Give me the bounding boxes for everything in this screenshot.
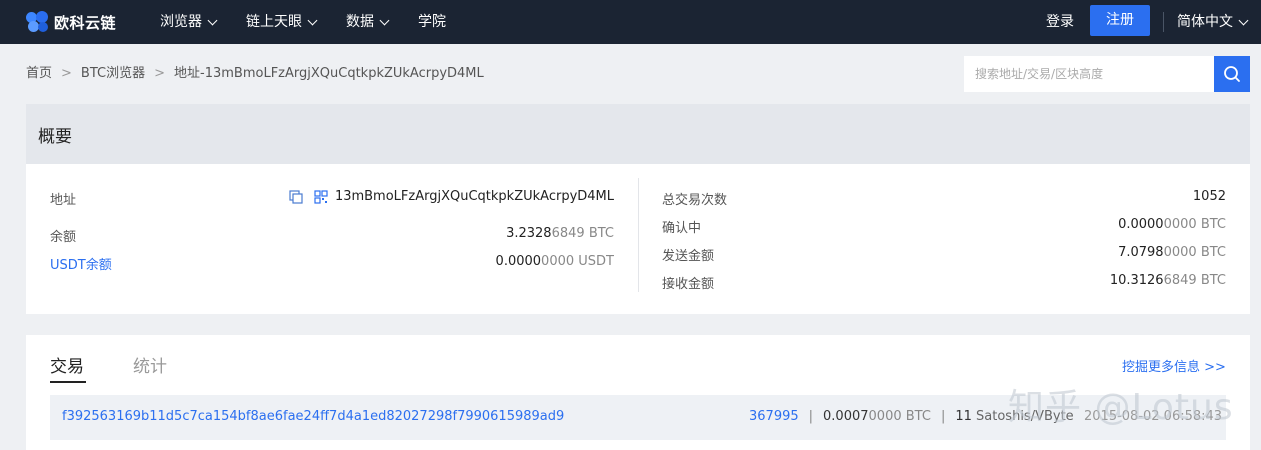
received-label: 接收金额	[662, 277, 715, 292]
column-divider	[638, 178, 639, 292]
transactions-panel: 交易 统计 挖掘更多信息 >> f392563169b11d5c7ca154bf…	[26, 335, 1250, 450]
breadcrumb-separator: >	[154, 66, 166, 81]
nav-item-label: 链上天眼	[246, 14, 302, 30]
nav-item-onchain-eye[interactable]: 链上天眼	[246, 0, 318, 44]
tx-separator: |	[808, 409, 814, 424]
breadcrumb: 首页 > BTC浏览器 > 地址-13mBmoLFzArgjXQuCqtkpkZ…	[26, 62, 484, 86]
sent-rest: 0000	[1163, 245, 1197, 260]
nav-item-data[interactable]: 数据	[346, 0, 390, 44]
overview-panel: 地址 13mBmoLFzArgjXQuCqtkpkZUkAcrpyD4ML 余额…	[26, 164, 1250, 314]
received-unit: BTC	[1200, 273, 1226, 288]
nav-item-label: 数据	[346, 14, 374, 30]
tx-amount-main: 0.0007	[823, 409, 869, 424]
chevron-down-icon	[307, 15, 318, 25]
brand-name: 欧科云链	[54, 13, 117, 32]
tab-transactions[interactable]: 交易	[50, 352, 84, 377]
register-button[interactable]: 注册	[1090, 5, 1150, 36]
logo-icon	[26, 11, 50, 33]
search-bar	[964, 56, 1250, 92]
chevron-down-icon	[207, 15, 218, 25]
tx-fee-rate: 11	[955, 409, 972, 424]
brand-logo[interactable]: 欧科云链	[26, 10, 116, 34]
address-value: 13mBmoLFzArgjXQuCqtkpkZUkAcrpyD4ML	[334, 189, 614, 204]
breadcrumb-home[interactable]: 首页	[26, 62, 52, 86]
copy-icon[interactable]	[289, 190, 303, 204]
pending-label: 确认中	[662, 221, 702, 236]
tx-block-link[interactable]: 367995	[749, 409, 799, 424]
sent-unit: BTC	[1200, 245, 1226, 260]
table-row: f392563169b11d5c7ca154bf8ae6fae24ff7d4a1…	[50, 395, 1226, 440]
nav-item-explorer[interactable]: 浏览器	[160, 0, 218, 44]
tx-hash-link[interactable]: f392563169b11d5c7ca154bf8ae6fae24ff7d4a1…	[62, 409, 564, 424]
sent-value: 7.07980000 BTC	[1118, 245, 1226, 260]
nav-item-academy[interactable]: 学院	[418, 0, 446, 44]
balance-rest: 6849	[551, 226, 585, 241]
usdt-unit: USDT	[578, 254, 614, 269]
language-selector[interactable]: 简体中文	[1177, 0, 1249, 44]
breadcrumb-btc-explorer[interactable]: BTC浏览器	[81, 62, 145, 86]
usdt-rest: 0000	[541, 254, 575, 269]
tx-time: 2015-08-02 06:58:43	[1084, 409, 1223, 424]
nav-item-label: 浏览器	[160, 14, 202, 30]
tx-count-value: 1052	[1192, 189, 1226, 204]
nav-divider	[1163, 12, 1164, 32]
tx-amount-unit: BTC	[905, 409, 931, 424]
breadcrumb-separator: >	[61, 66, 72, 81]
qrcode-icon[interactable]	[314, 190, 328, 204]
search-button[interactable]	[1214, 56, 1250, 92]
login-button[interactable]: 登录	[1036, 0, 1084, 44]
balance-value: 3.23286849 BTC	[506, 226, 614, 241]
balance-main: 3.2328	[506, 226, 552, 241]
nav-item-label: 学院	[418, 14, 446, 30]
address-label: 地址	[50, 193, 77, 208]
received-main: 10.3126	[1109, 273, 1164, 288]
balance-label: 余额	[50, 230, 77, 245]
sent-label: 发送金额	[662, 249, 715, 264]
balance-unit: BTC	[588, 226, 614, 241]
received-rest: 6849	[1163, 273, 1197, 288]
search-input[interactable]	[964, 56, 1214, 92]
overview-header: 概要	[26, 104, 1250, 164]
tx-count-label: 总交易次数	[662, 193, 728, 208]
tx-fee-unit: Satoshis/VByte	[976, 409, 1074, 424]
usdt-main: 0.0000	[495, 254, 542, 269]
sent-main: 7.0798	[1118, 245, 1164, 260]
pending-value: 0.00000000 BTC	[1118, 217, 1226, 232]
search-icon	[1224, 66, 1240, 82]
usdt-balance-value: 0.00000000 USDT	[496, 254, 614, 269]
tx-amount-rest: 0000	[868, 409, 902, 424]
received-value: 10.31266849 BTC	[1110, 273, 1226, 288]
top-navbar: 欧科云链 浏览器 链上天眼 数据 学院 登录 注册 简体中文	[0, 0, 1261, 44]
pending-unit: BTC	[1200, 217, 1226, 232]
overview-title: 概要	[38, 127, 72, 147]
usdt-balance-link[interactable]: USDT余额	[50, 254, 112, 273]
chevron-down-icon	[1238, 15, 1249, 25]
breadcrumb-current: 地址-13mBmoLFzArgjXQuCqtkpkZUkAcrpyD4ML	[174, 66, 484, 81]
chevron-down-icon	[379, 15, 390, 25]
tab-statistics[interactable]: 统计	[133, 352, 167, 377]
more-info-link[interactable]: 挖掘更多信息 >>	[1122, 356, 1226, 375]
pending-rest: 0000	[1163, 217, 1197, 232]
tx-meta: 367995 | 0.00070000 BTC | 11 Satoshis/VByte	[749, 409, 1074, 424]
active-tab-indicator	[50, 381, 86, 383]
pending-main: 0.0000	[1118, 217, 1164, 232]
tx-separator: |	[940, 409, 946, 424]
language-label: 简体中文	[1177, 14, 1233, 30]
